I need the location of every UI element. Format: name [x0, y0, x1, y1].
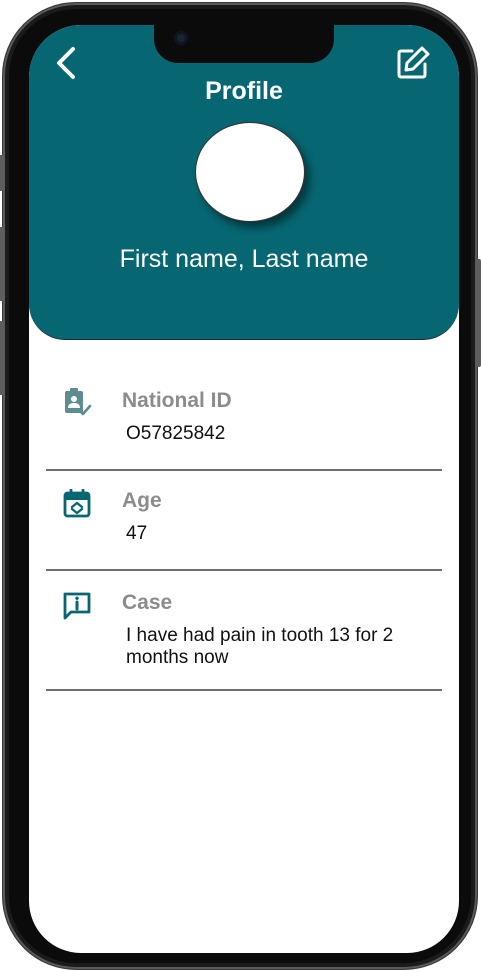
field-age: Age 47 [46, 471, 442, 571]
screen: Profile First name, Last name National I… [29, 25, 459, 953]
edit-profile-button[interactable] [395, 45, 431, 81]
edit-square-icon [397, 46, 430, 79]
volume-down-button [0, 321, 4, 395]
back-button[interactable] [53, 45, 83, 81]
field-label: Case [122, 591, 173, 614]
field-value: I have had pain in tooth 13 for 2 months… [126, 625, 394, 668]
message-info-icon [62, 591, 92, 621]
id-badge-check-icon [62, 387, 92, 417]
calendar-icon [62, 488, 92, 519]
field-national-id: National ID O57825842 [46, 373, 442, 471]
field-label: National ID [122, 389, 232, 412]
avatar[interactable] [195, 122, 305, 222]
user-name: First name, Last name [119, 245, 369, 273]
profile-header: Profile First name, Last name [29, 25, 459, 340]
field-value: 47 [126, 523, 148, 544]
chevron-left-icon [57, 47, 75, 79]
volume-up-button [0, 227, 4, 301]
page-title: Profile [205, 77, 283, 105]
power-button [476, 259, 481, 367]
field-case: Case I have had pain in tooth 13 for 2 m… [46, 571, 442, 691]
field-label: Age [122, 489, 162, 512]
field-value: O57825842 [126, 423, 226, 444]
mute-switch [0, 155, 4, 191]
phone-frame: Profile First name, Last name National I… [0, 2, 481, 970]
front-camera [174, 31, 188, 45]
